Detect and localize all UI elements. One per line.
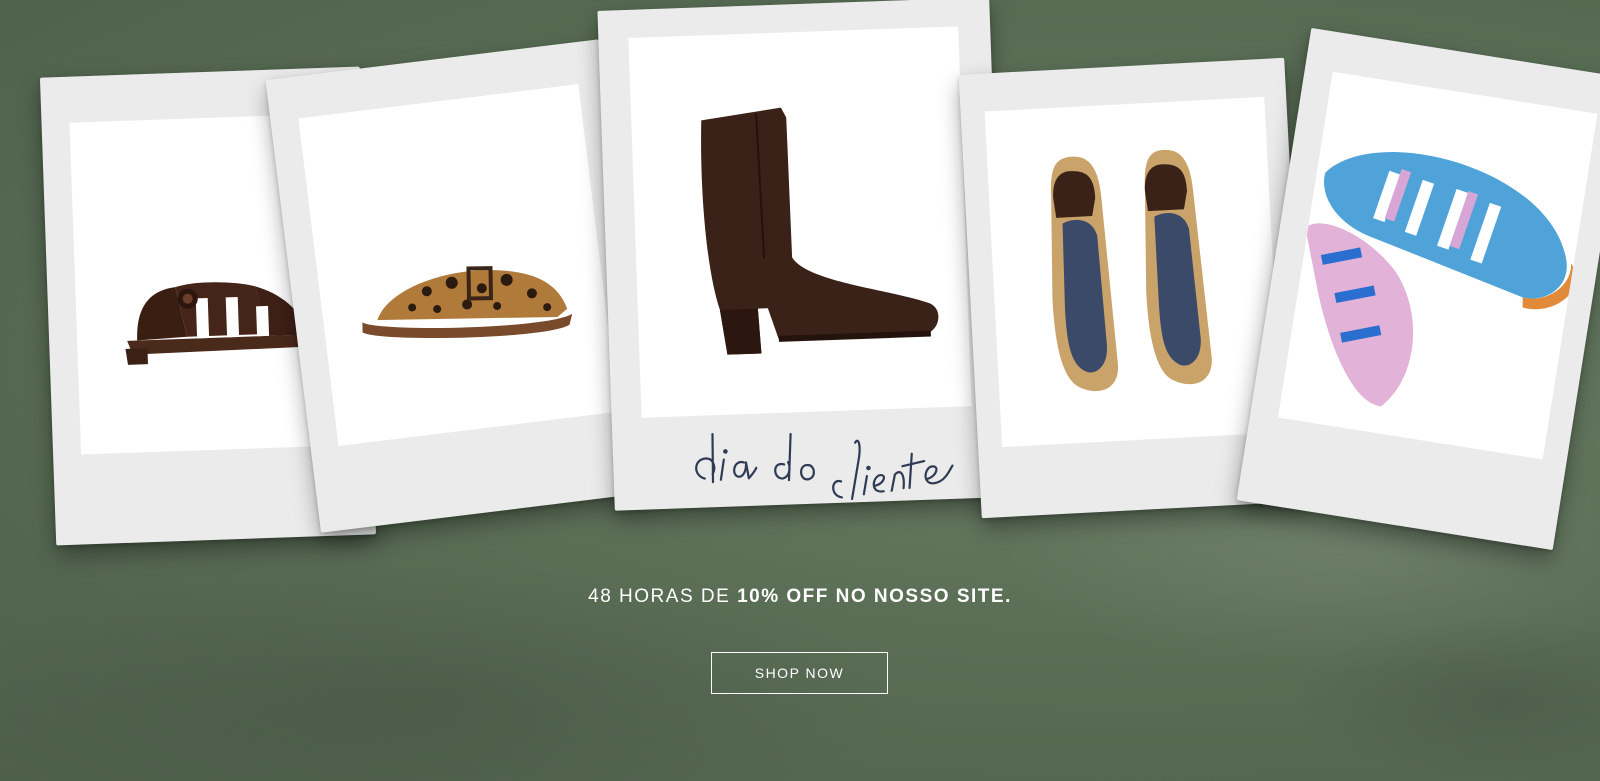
leopard-print-mule-photo [298, 84, 619, 446]
fur-lined-loafers-photo [984, 96, 1282, 448]
shop-now-button[interactable]: SHOP NOW [711, 652, 888, 694]
dia-do-cliente-script [687, 401, 972, 520]
promo-prefix: 48 HORAS DE [588, 586, 738, 607]
polaroid-card-5[interactable] [1236, 27, 1600, 551]
blue-pink-woven-sandal-photo [1278, 71, 1598, 460]
promo-text: 48 HORAS DE 10% OFF NO NOSSO SITE. [0, 586, 1600, 608]
brown-leather-ankle-boot-photo [628, 26, 972, 418]
promo-highlight: 10% OFF NO NOSSO SITE. [737, 586, 1012, 607]
polaroid-card-2[interactable] [265, 39, 655, 533]
